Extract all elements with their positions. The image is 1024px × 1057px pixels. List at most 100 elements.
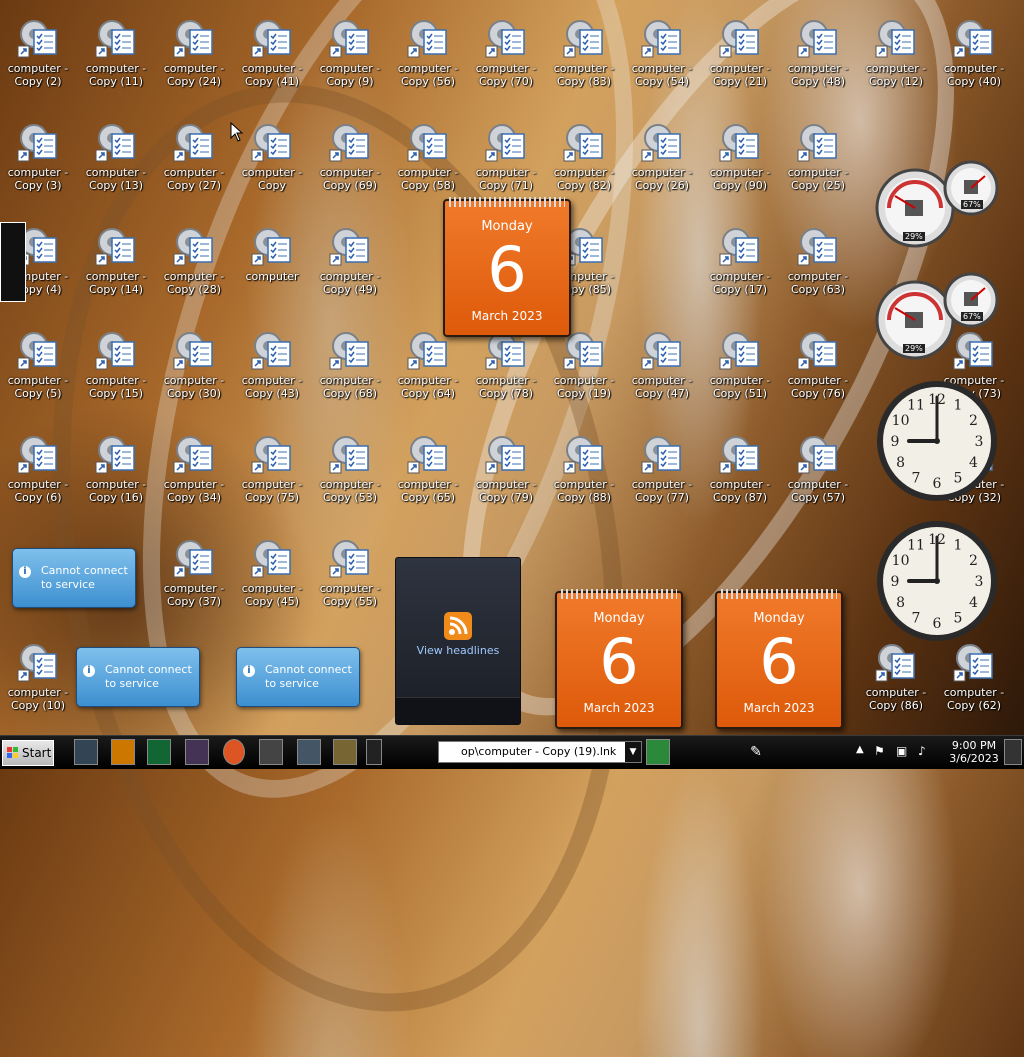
svg-text:10: 10 bbox=[892, 413, 910, 429]
desktop-icon[interactable]: computer - Copy (88) bbox=[546, 424, 622, 520]
desktop-icon[interactable]: computer bbox=[234, 216, 310, 312]
desktop-icon[interactable]: computer - Copy (14) bbox=[78, 216, 154, 312]
network-status-icon[interactable] bbox=[1004, 739, 1022, 765]
desktop-icon[interactable]: computer - Copy (54) bbox=[624, 8, 700, 104]
desktop-icon[interactable]: computer - Copy (30) bbox=[156, 320, 232, 416]
desktop-icon[interactable]: computer - Copy (62) bbox=[936, 632, 1012, 728]
calendar-gadget[interactable]: Monday 6 March 2023 bbox=[555, 589, 683, 729]
address-toolbar[interactable]: op\computer - Copy (19).lnk ▼ bbox=[438, 741, 642, 763]
terminal-icon[interactable] bbox=[147, 739, 171, 765]
cannot-connect-toast[interactable]: i Cannot connect to service bbox=[236, 647, 360, 707]
desktop-icon[interactable]: computer - Copy (71) bbox=[468, 112, 544, 208]
calculator-icon[interactable] bbox=[259, 739, 283, 765]
desktop-icon[interactable]: computer - Copy (87) bbox=[702, 424, 778, 520]
feed-headlines-gadget[interactable]: View headlines bbox=[395, 557, 521, 725]
desktop-icon[interactable]: computer - Copy (48) bbox=[780, 8, 856, 104]
cannot-connect-toast[interactable]: i Cannot connect to service bbox=[12, 548, 136, 608]
show-desktop-icon[interactable] bbox=[74, 739, 98, 765]
desktop-icon[interactable]: computer - Copy (76) bbox=[780, 320, 856, 416]
desktop-icon[interactable]: computer - Copy (37) bbox=[156, 528, 232, 624]
desktop-icon[interactable]: computer - Copy (49) bbox=[312, 216, 388, 312]
desktop-icon[interactable]: computer - Copy (69) bbox=[312, 112, 388, 208]
toast-message: Cannot connect to service bbox=[265, 663, 352, 690]
desktop-icon[interactable]: computer - Copy (68) bbox=[312, 320, 388, 416]
messenger-icon[interactable] bbox=[185, 739, 209, 765]
desktop-icon[interactable]: computer - Copy (10) bbox=[0, 632, 76, 728]
desktop-icon[interactable]: computer - Copy (11) bbox=[78, 8, 154, 104]
desktop-icon[interactable]: computer - Copy (26) bbox=[624, 112, 700, 208]
computer-shortcut-icon bbox=[797, 20, 837, 58]
svg-text:1: 1 bbox=[954, 398, 963, 414]
desktop-icon[interactable]: computer - Copy (6) bbox=[0, 424, 76, 520]
view-headlines-link[interactable]: View headlines bbox=[396, 644, 520, 657]
desktop-icon[interactable]: computer - Copy (28) bbox=[156, 216, 232, 312]
desktop-icon[interactable]: computer - Copy (13) bbox=[78, 112, 154, 208]
desktop-icon[interactable]: computer - Copy (2) bbox=[0, 8, 76, 104]
desktop-icon[interactable]: computer - Copy (15) bbox=[78, 320, 154, 416]
desktop-icon[interactable]: computer - Copy (58) bbox=[390, 112, 466, 208]
desktop-icon[interactable]: computer - Copy (9) bbox=[312, 8, 388, 104]
desktop-icon[interactable]: computer - Copy (83) bbox=[546, 8, 622, 104]
desktop-icon-label: computer - Copy (13) bbox=[85, 166, 147, 192]
desktop-icon[interactable]: computer - Copy (17) bbox=[702, 216, 778, 312]
calendar-gadget[interactable]: Monday 6 March 2023 bbox=[443, 197, 571, 337]
desktop-icon[interactable]: computer - Copy (90) bbox=[702, 112, 778, 208]
firefox-icon[interactable] bbox=[223, 739, 245, 765]
desktop-icon[interactable]: computer - Copy (63) bbox=[780, 216, 856, 312]
desktop-icon[interactable]: computer - Copy (65) bbox=[390, 424, 466, 520]
desktop-icon[interactable]: computer - Copy (24) bbox=[156, 8, 232, 104]
taskbar-document-icon[interactable]: ✎ bbox=[744, 739, 768, 765]
display-icon[interactable] bbox=[297, 739, 321, 765]
calendar-gadget[interactable]: Monday 6 March 2023 bbox=[715, 589, 843, 729]
desktop-icon[interactable]: computer - Copy (34) bbox=[156, 424, 232, 520]
desktop-icon[interactable]: computer - Copy (40) bbox=[936, 8, 1012, 104]
volume-icon[interactable]: ♪ bbox=[918, 744, 926, 758]
sidebar-handle[interactable] bbox=[0, 222, 26, 302]
desktop-icon-label: computer - Copy (16) bbox=[85, 478, 147, 504]
desktop-icon[interactable]: computer - Copy (27) bbox=[156, 112, 232, 208]
desktop-icon[interactable]: computer - Copy (43) bbox=[234, 320, 310, 416]
desktop-icon[interactable]: computer - Copy (41) bbox=[234, 8, 310, 104]
desktop-icon[interactable]: computer - Copy (3) bbox=[0, 112, 76, 208]
taskbar-clock[interactable]: 9:00 PM 3/6/2023 bbox=[944, 739, 1004, 765]
app-icon[interactable] bbox=[333, 739, 357, 765]
desktop-icon[interactable]: computer - Copy (75) bbox=[234, 424, 310, 520]
address-input[interactable]: op\computer - Copy (19).lnk bbox=[461, 742, 616, 762]
go-button[interactable] bbox=[646, 739, 670, 765]
chevron-up-icon[interactable]: ▲ bbox=[856, 744, 864, 755]
cpu-meter-gadget[interactable]: 29% 67% bbox=[875, 272, 1005, 362]
desktop-icon[interactable]: computer - Copy (56) bbox=[390, 8, 466, 104]
desktop-icon[interactable]: computer - Copy (82) bbox=[546, 112, 622, 208]
flag-icon[interactable]: ⚑ bbox=[874, 744, 885, 758]
calendar-day: 6 bbox=[759, 625, 799, 698]
desktop-icon[interactable]: computer - Copy (12) bbox=[858, 8, 934, 104]
desktop-icon[interactable]: computer - Copy (53) bbox=[312, 424, 388, 520]
start-button[interactable]: Start bbox=[2, 740, 54, 766]
chevron-down-icon[interactable]: ▼ bbox=[625, 742, 641, 762]
desktop-icon[interactable]: computer - Copy (21) bbox=[702, 8, 778, 104]
info-icon: i bbox=[83, 665, 95, 677]
desktop-icon[interactable]: computer - Copy (77) bbox=[624, 424, 700, 520]
desktop-icon[interactable]: computer - Copy (79) bbox=[468, 424, 544, 520]
network-icon[interactable]: ▣ bbox=[896, 744, 907, 758]
cannot-connect-toast[interactable]: i Cannot connect to service bbox=[76, 647, 200, 707]
clock-gadget[interactable]: 123456789101112 bbox=[874, 518, 1000, 644]
clock-gadget[interactable]: 123456789101112 bbox=[874, 378, 1000, 504]
media-player-icon[interactable] bbox=[111, 739, 135, 765]
calendar-rings bbox=[561, 589, 677, 599]
rss-icon bbox=[444, 612, 472, 640]
desktop-icon[interactable]: computer - Copy (45) bbox=[234, 528, 310, 624]
desktop-icon[interactable]: computer - Copy (70) bbox=[468, 8, 544, 104]
desktop-icon[interactable]: computer - Copy (57) bbox=[780, 424, 856, 520]
computer-shortcut-icon bbox=[173, 540, 213, 578]
desktop-icon[interactable]: computer - Copy (47) bbox=[624, 320, 700, 416]
desktop-icon[interactable]: computer - Copy (16) bbox=[78, 424, 154, 520]
cpu-meter-gadget[interactable]: 29% 67% bbox=[875, 160, 1005, 250]
quicklaunch-scroll[interactable] bbox=[366, 739, 382, 765]
desktop-icon[interactable]: computer - Copy bbox=[234, 112, 310, 208]
desktop-icon[interactable]: computer - Copy (86) bbox=[858, 632, 934, 728]
desktop-icon[interactable]: computer - Copy (51) bbox=[702, 320, 778, 416]
desktop-icon[interactable]: computer - Copy (55) bbox=[312, 528, 388, 624]
desktop-icon[interactable]: computer - Copy (5) bbox=[0, 320, 76, 416]
desktop-icon[interactable]: computer - Copy (25) bbox=[780, 112, 856, 208]
